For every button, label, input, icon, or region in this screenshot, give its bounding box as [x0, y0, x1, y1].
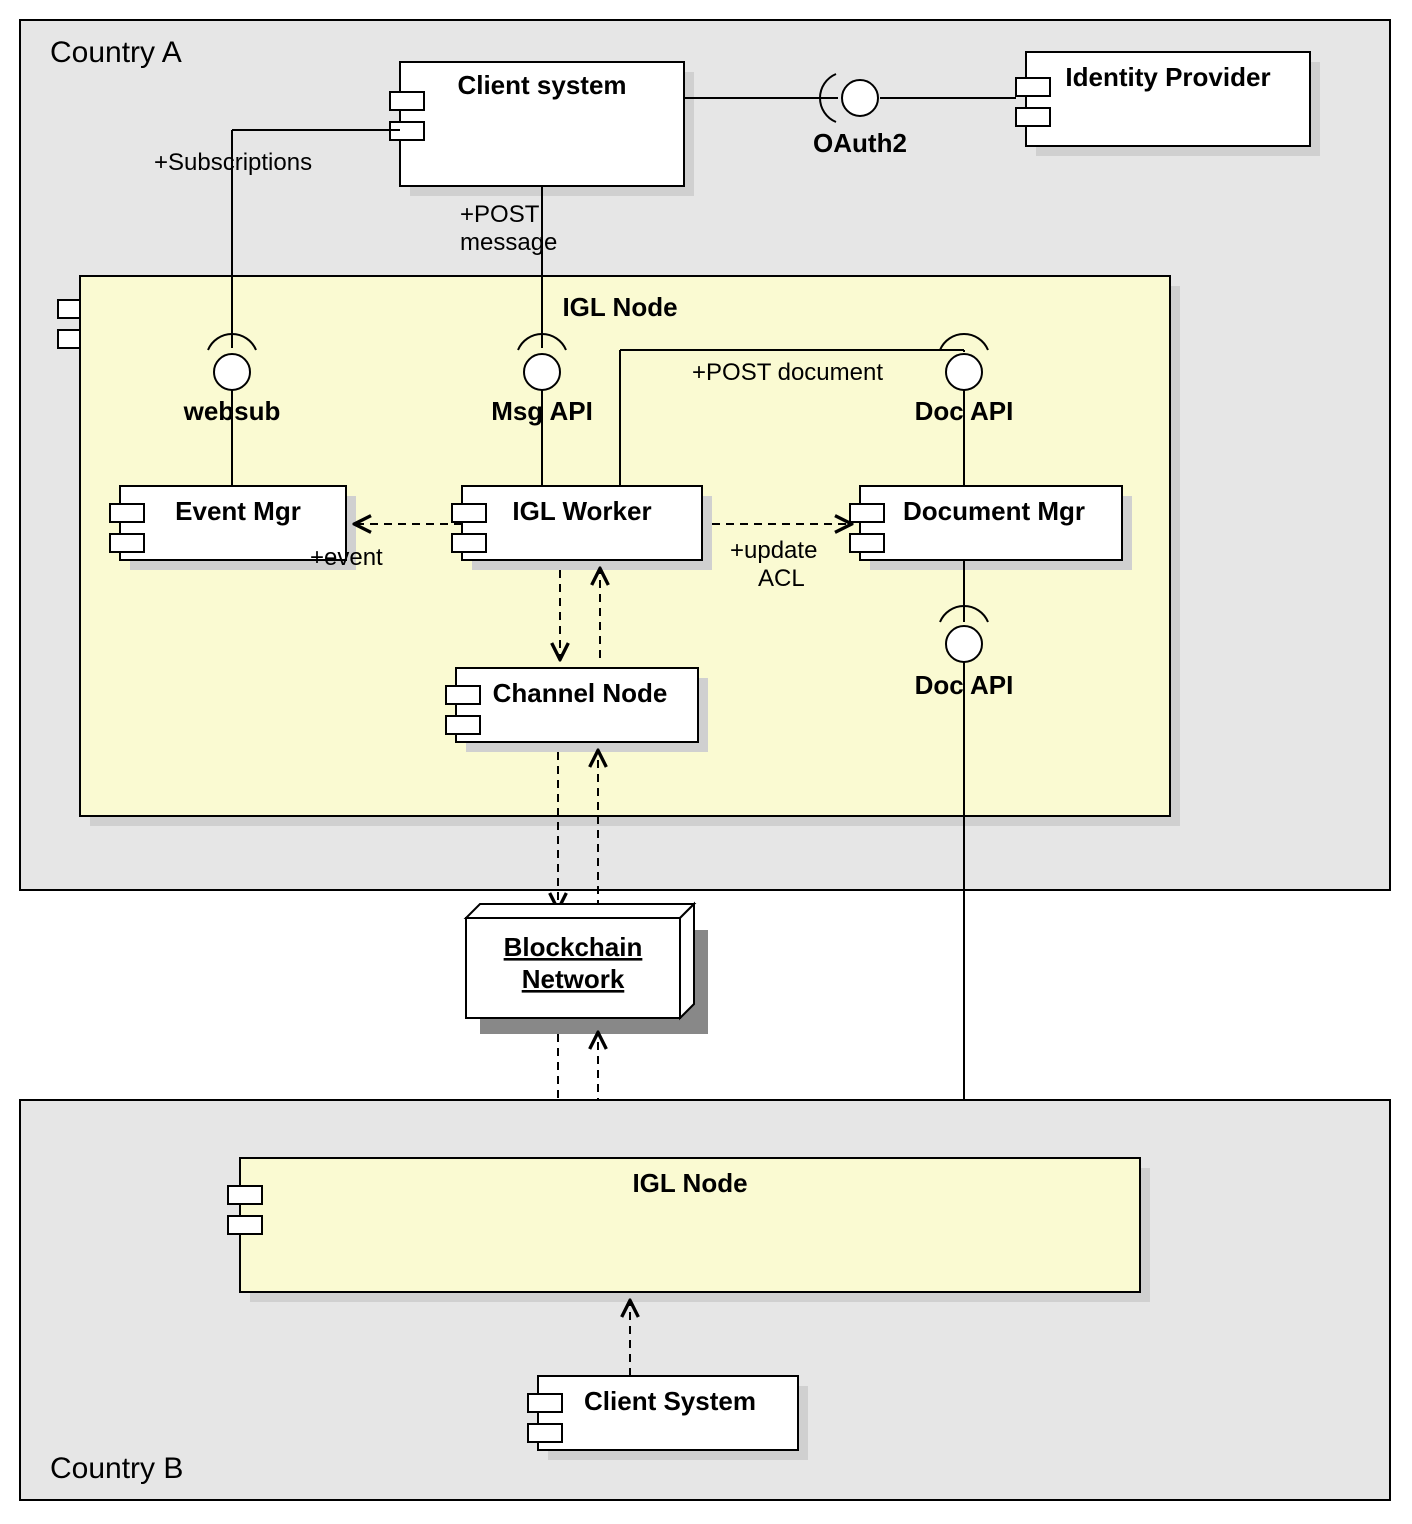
blockchain-line2: Network — [522, 964, 625, 994]
client-system-a-label: Client system — [457, 70, 626, 100]
igl-worker-label: IGL Worker — [512, 496, 651, 526]
subscriptions-label: +Subscriptions — [154, 149, 312, 176]
channel-node-label: Channel Node — [493, 678, 668, 708]
websub-label: websub — [183, 396, 281, 426]
oauth2-label: OAuth2 — [813, 128, 907, 158]
document-mgr: Document Mgr — [850, 486, 1132, 570]
post-message-line1: +POST — [460, 201, 540, 228]
channel-node: Channel Node — [446, 668, 708, 752]
country-a-label: Country A — [50, 36, 182, 69]
uml-component-diagram: Country A Client system Identity Provide… — [0, 0, 1412, 1524]
blockchain-network: Blockchain Network — [466, 904, 708, 1034]
client-system-b: Client System — [528, 1376, 808, 1460]
country-b-label: Country B — [50, 1452, 183, 1485]
identity-provider-label: Identity Provider — [1065, 62, 1270, 92]
post-message-line2: message — [460, 229, 557, 256]
event-mgr-label: Event Mgr — [175, 496, 301, 526]
identity-provider: Identity Provider — [1016, 52, 1320, 156]
doc-api-top-label: Doc API — [915, 396, 1014, 426]
client-system-a: Client system — [390, 62, 694, 196]
update-acl-line1: +update — [730, 537, 817, 564]
blockchain-line1: Blockchain — [504, 932, 643, 962]
igl-worker: IGL Worker — [452, 486, 712, 570]
igl-node-b-label: IGL Node — [632, 1168, 747, 1198]
update-acl-line2: ACL — [758, 565, 805, 592]
igl-node-b: IGL Node — [228, 1158, 1150, 1302]
document-mgr-label: Document Mgr — [903, 496, 1085, 526]
msg-api-label: Msg API — [491, 396, 593, 426]
client-system-b-label: Client System — [584, 1386, 756, 1416]
post-document-label: +POST document — [692, 359, 883, 386]
igl-node-a-label: IGL Node — [562, 292, 677, 322]
event-label: +event — [310, 544, 383, 571]
